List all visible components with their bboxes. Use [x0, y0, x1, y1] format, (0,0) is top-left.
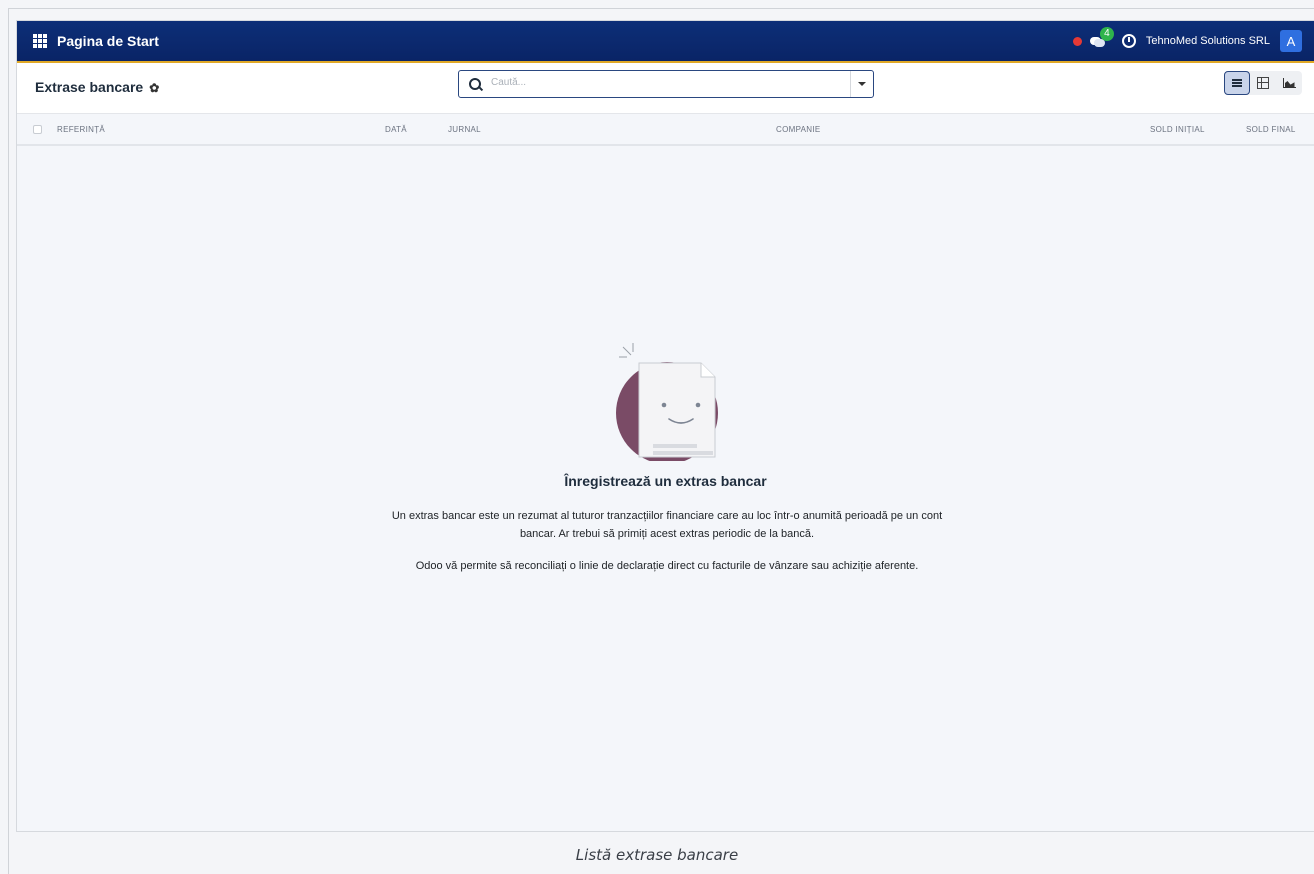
page-title-text: Extrase bancare — [35, 79, 144, 95]
table-header: REFERINȚĂ DATĂ JURNAL COMPANIE SOLD INIȚ… — [17, 114, 1314, 146]
column-journal[interactable]: JURNAL — [448, 125, 481, 134]
view-switcher — [1224, 71, 1302, 95]
page-title: Extrase bancare ✿ — [35, 79, 159, 95]
home-menu-link[interactable]: Pagina de Start — [57, 33, 159, 49]
apps-menu-icon[interactable] — [33, 34, 47, 48]
column-starting-balance[interactable]: SOLD INIȚIAL — [1150, 125, 1205, 134]
navbar-systray: 4 TehnoMed Solutions SRL A — [1072, 21, 1302, 61]
message-count-badge: 4 — [1099, 27, 1114, 41]
search-bar — [458, 70, 874, 98]
user-avatar[interactable]: A — [1280, 30, 1302, 52]
graph-view-button[interactable] — [1276, 71, 1302, 95]
column-reference[interactable]: REFERINȚĂ — [57, 125, 105, 134]
control-panel: Extrase bancare ✿ — [17, 63, 1314, 114]
empty-state-title: Înregistrează un extras bancar — [564, 473, 767, 489]
column-company[interactable]: COMPANIE — [776, 125, 820, 134]
pivot-view-icon — [1257, 77, 1269, 89]
empty-state-hint: Odoo vă permite să reconciliați o linie … — [415, 560, 919, 572]
column-date[interactable]: DATĂ — [385, 125, 407, 134]
list-view-icon — [1232, 79, 1242, 87]
activity-clock-icon[interactable] — [1121, 34, 1136, 48]
empty-state-description: Un extras bancar este un rezumat al tutu… — [391, 510, 943, 540]
pivot-view-button[interactable] — [1250, 71, 1276, 95]
messaging-icon[interactable]: 4 — [1089, 27, 1114, 48]
graph-view-icon — [1282, 78, 1296, 88]
search-input[interactable] — [489, 76, 853, 89]
list-view-button[interactable] — [1224, 71, 1250, 95]
gear-icon[interactable]: ✿ — [149, 81, 159, 95]
company-switcher[interactable]: TehnoMed Solutions SRL — [1146, 35, 1270, 47]
search-icon — [469, 78, 481, 90]
empty-document-illustration — [616, 343, 718, 461]
status-dot-icon — [1072, 36, 1082, 46]
search-options-toggle[interactable] — [850, 71, 873, 97]
column-ending-balance[interactable]: SOLD FINAL — [1246, 125, 1296, 134]
top-navbar: Pagina de Start 4 TehnoMed Solutions SRL… — [17, 21, 1314, 63]
select-all-checkbox[interactable] — [33, 125, 42, 134]
figure-caption: Listă extrase bancare — [575, 846, 739, 864]
app-window: Pagina de Start 4 TehnoMed Solutions SRL… — [16, 20, 1314, 832]
